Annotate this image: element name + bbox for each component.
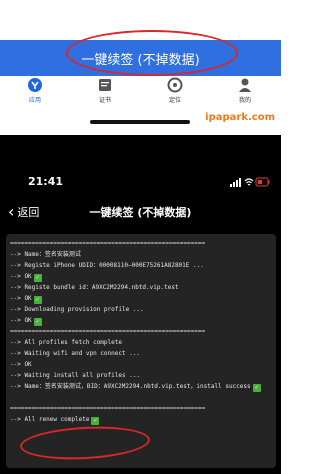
tab-certificate-label: 证书 bbox=[98, 97, 111, 104]
log-line-text: --> Name：签名安装测试，BID：A9XC2M2294.nbtd.vip.… bbox=[10, 383, 251, 390]
checkmark-icon: ✓ bbox=[33, 296, 42, 304]
log-line-text: --> All profiles fetch complete bbox=[10, 339, 122, 346]
checkmark-icon: ✓ bbox=[91, 417, 100, 425]
location-icon bbox=[167, 77, 183, 93]
log-output: ========================================… bbox=[10, 238, 278, 425]
log-line: ========================================… bbox=[10, 403, 278, 414]
log-line: --> Name：签名安装测试，BID：A9XC2M2294.nbtd.vip.… bbox=[10, 381, 278, 403]
tab-certificate[interactable]: 证书 bbox=[75, 76, 135, 106]
tab-location[interactable]: 定位 bbox=[145, 76, 205, 106]
checkmark-icon: ✓ bbox=[33, 318, 42, 326]
status-time: 21:41 bbox=[28, 175, 64, 188]
top-background bbox=[0, 0, 281, 40]
log-line: --> OK bbox=[10, 359, 278, 370]
signal-icon bbox=[230, 178, 241, 187]
log-line: --> Name：签名安装测试 bbox=[10, 249, 278, 260]
checkmark-icon: ✓ bbox=[33, 274, 42, 282]
log-line-text: --> OK bbox=[10, 361, 32, 368]
log-line: --> Registe iPhone UDID：00008110–000E752… bbox=[10, 260, 278, 271]
banner-title: 一键续签 (不掉数据) bbox=[81, 52, 200, 68]
tab-app-label: 应用 bbox=[28, 97, 41, 104]
page-title: 一键续签 (不掉数据) bbox=[89, 206, 192, 219]
log-line-text: ========================================… bbox=[10, 405, 206, 412]
log-line-text: --> Registe bundle id：A9XC2M2294.nbtd.vi… bbox=[10, 284, 179, 291]
watermark-text: ipapark.com bbox=[205, 112, 275, 123]
renew-button-banner[interactable]: 一键续签 (不掉数据) bbox=[0, 40, 281, 76]
app-icon bbox=[28, 78, 42, 92]
log-line: --> Downloading provision profile ... bbox=[10, 304, 278, 315]
log-line: --> OK ✓ bbox=[10, 315, 278, 326]
log-line: --> Waiting install all profiles ... bbox=[10, 370, 278, 381]
tab-profile[interactable]: 我的 bbox=[215, 76, 275, 106]
log-line-text: --> Waiting install all profiles ... bbox=[10, 372, 141, 379]
log-line: --> Waiting wifi and vpn connect ... bbox=[10, 348, 278, 359]
log-line-text: ========================================… bbox=[10, 328, 206, 335]
profile-icon bbox=[239, 78, 251, 92]
tab-app[interactable]: 应用 bbox=[5, 76, 65, 106]
log-line-text: --> Name：签名安装测试 bbox=[10, 251, 81, 258]
log-line-text: --> OK bbox=[10, 317, 32, 324]
checkmark-icon: ✓ bbox=[252, 384, 261, 392]
log-line: --> All renew complete ✓ bbox=[10, 414, 278, 425]
log-line-text: --> Downloading provision profile ... bbox=[10, 306, 144, 313]
nav-bar: ‹ 返回 一键续签 (不掉数据) bbox=[0, 200, 281, 226]
log-line-text: ========================================… bbox=[10, 240, 206, 247]
log-line: --> All profiles fetch complete bbox=[10, 337, 278, 348]
log-line: --> Registe bundle id：A9XC2M2294.nbtd.vi… bbox=[10, 282, 278, 293]
tab-location-label: 定位 bbox=[168, 97, 181, 104]
log-line: --> OK ✓ bbox=[10, 293, 278, 304]
log-line-text: --> Registe iPhone UDID：00008110–000E752… bbox=[10, 262, 204, 269]
log-line-text: --> OK bbox=[10, 273, 32, 280]
log-line-text: --> All renew complete bbox=[10, 416, 90, 423]
log-line-text: --> OK bbox=[10, 295, 32, 302]
log-line: ========================================… bbox=[10, 326, 278, 337]
log-line: ========================================… bbox=[10, 238, 278, 249]
log-line: --> OK ✓ bbox=[10, 271, 278, 282]
wifi-icon bbox=[244, 178, 254, 186]
tab-profile-label: 我的 bbox=[238, 97, 251, 104]
certificate-icon bbox=[99, 79, 111, 91]
log-line-text: --> Waiting wifi and vpn connect ... bbox=[10, 350, 141, 357]
battery-icon bbox=[255, 177, 270, 187]
status-icons bbox=[230, 177, 270, 187]
home-indicator bbox=[90, 120, 190, 124]
tab-bar: 应用 证书 定位 我的 bbox=[0, 76, 281, 106]
